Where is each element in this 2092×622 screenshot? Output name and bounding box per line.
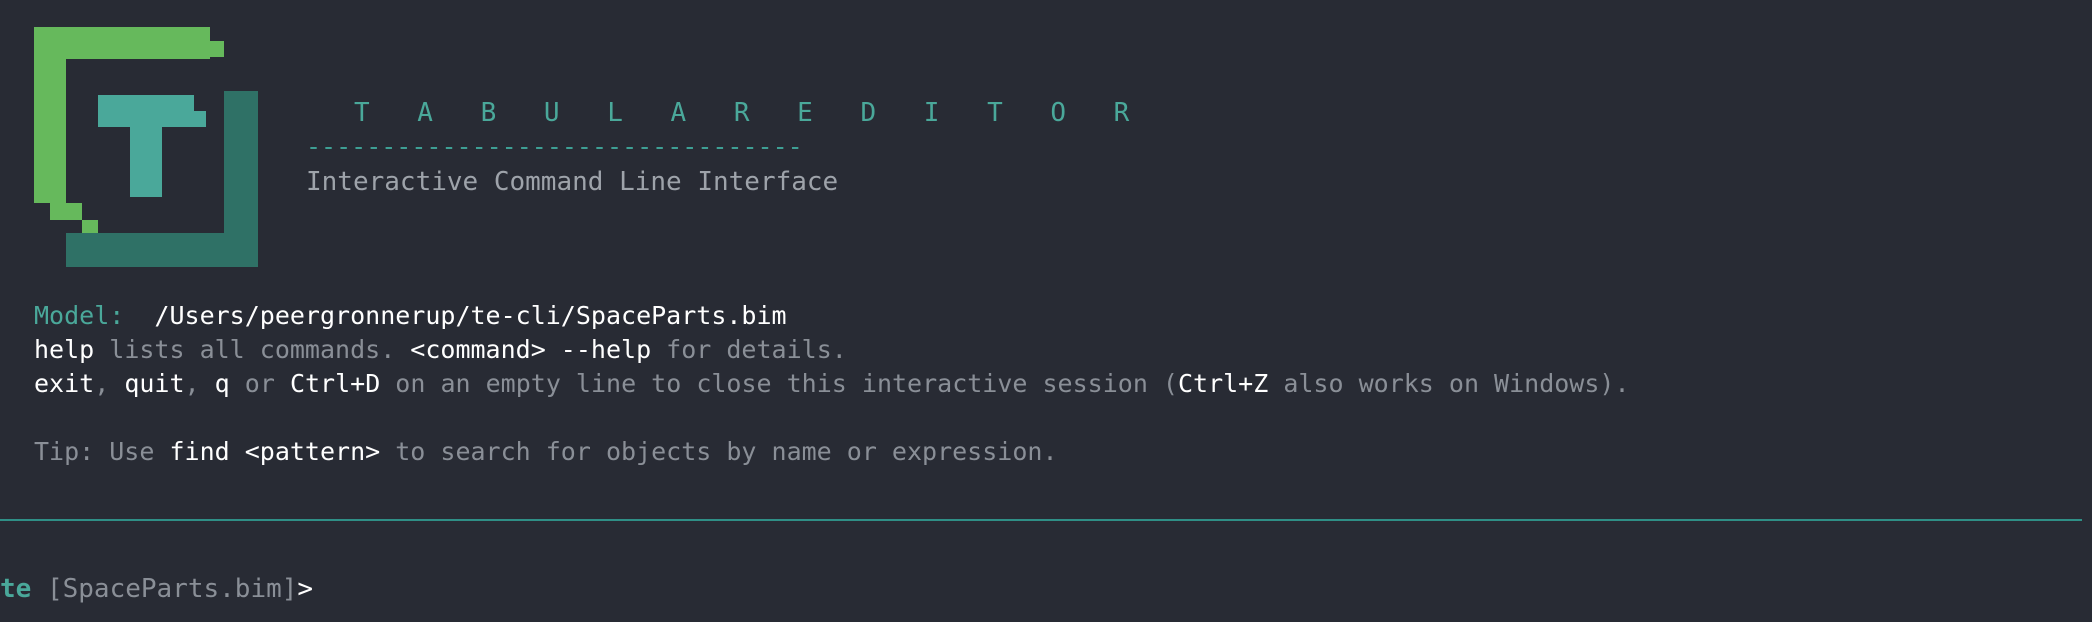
or-text: or xyxy=(229,369,290,398)
tabular-editor-logo xyxy=(34,27,258,267)
prompt-model-name: [SpaceParts.bim] xyxy=(31,574,298,604)
comma-separator: , xyxy=(184,369,215,398)
model-label: Model: xyxy=(34,301,125,330)
ctrl-d-shortcut: Ctrl+D xyxy=(289,369,381,398)
tip-line: Tip: Use find <pattern> to search for ob… xyxy=(34,435,1630,469)
title-separator: --------------------------------- xyxy=(306,132,803,161)
title-block: T A B U L A R E D I T O R --------------… xyxy=(306,96,1145,200)
exit-command: exit xyxy=(34,369,95,398)
tip-prefix: Tip: Use xyxy=(34,437,170,466)
details-text: for details. xyxy=(651,335,847,364)
windows-text: also works on Windows). xyxy=(1268,369,1630,398)
horizontal-divider xyxy=(0,519,2082,521)
help-line: help lists all commands. <command> --hel… xyxy=(34,333,1630,367)
command-help-placeholder: <command> --help xyxy=(410,335,652,364)
comma-separator: , xyxy=(94,369,125,398)
prompt-app-name: te xyxy=(0,574,32,604)
quit-command: quit xyxy=(124,369,185,398)
q-command: q xyxy=(214,369,230,398)
tip-suffix: to search for objects by name or express… xyxy=(380,437,1058,466)
model-line: Model: /Users/peergronnerup/te-cli/Space… xyxy=(34,299,1630,333)
help-text: lists all commands. xyxy=(94,335,411,364)
ctrl-z-shortcut: Ctrl+Z xyxy=(1177,369,1269,398)
exit-line: exit, quit, q or Ctrl+D on an empty line… xyxy=(34,367,1630,401)
app-title: T A B U L A R E D I T O R xyxy=(354,98,1146,128)
model-path: /Users/peergronnerup/te-cli/SpaceParts.b… xyxy=(154,301,787,330)
close-session-text: on an empty line to close this interacti… xyxy=(380,369,1178,398)
app-subtitle: Interactive Command Line Interface xyxy=(306,167,839,197)
prompt-caret: > xyxy=(297,574,314,604)
info-block: Model: /Users/peergronnerup/te-cli/Space… xyxy=(34,299,1630,469)
command-prompt[interactable]: te [SpaceParts.bim]> xyxy=(0,571,313,607)
help-command: help xyxy=(34,335,95,364)
tip-command: find <pattern> xyxy=(169,437,381,466)
